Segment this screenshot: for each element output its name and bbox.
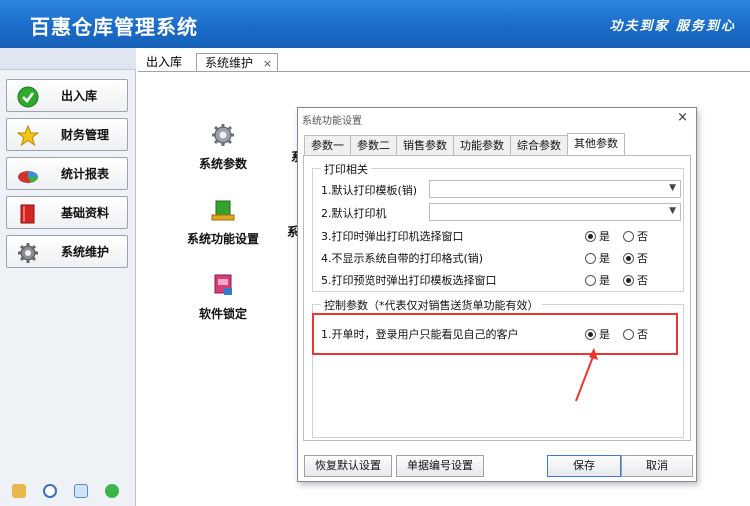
radio-label: 是 bbox=[599, 274, 610, 287]
sidebar-item-label: 财务管理 bbox=[61, 128, 110, 142]
sidebar-item-basic-data[interactable]: 基础资料 bbox=[6, 196, 128, 229]
tab-sales-params[interactable]: 销售参数 bbox=[396, 135, 454, 155]
sidebar-item-label: 基础资料 bbox=[61, 206, 110, 220]
fn-system-function-settings[interactable]: 系统功能设置 bbox=[186, 197, 260, 247]
setting-label: 3.打印时弹出打印机选择窗口 bbox=[321, 230, 464, 243]
save-button[interactable]: 保存 bbox=[547, 455, 621, 477]
chevron-down-icon: ▼ bbox=[669, 206, 676, 216]
slogan: 功夫到家 服务到心 bbox=[609, 19, 736, 34]
fn-label: 软件锁定 bbox=[198, 307, 247, 321]
star-icon bbox=[17, 125, 39, 147]
sidebar-item-label: 统计报表 bbox=[61, 167, 110, 181]
search-icon[interactable] bbox=[74, 484, 88, 498]
radio-label: 否 bbox=[637, 274, 648, 287]
sidebar-top-bar bbox=[0, 48, 136, 70]
refresh-icon[interactable] bbox=[105, 484, 119, 498]
radio-dot bbox=[623, 252, 634, 264]
sidebar-item-label: 系统维护 bbox=[61, 245, 110, 259]
radio-yes[interactable]: 是 bbox=[585, 272, 610, 288]
radio-yes[interactable]: 是 bbox=[585, 228, 610, 244]
fn-system-params[interactable]: 系统参数 bbox=[196, 122, 250, 172]
fn-software-lock[interactable]: 软件锁定 bbox=[196, 272, 250, 322]
edit-icon[interactable] bbox=[12, 484, 26, 498]
radio-dot bbox=[623, 230, 634, 242]
radio-label: 是 bbox=[599, 230, 610, 243]
app-header: 百惠仓库管理系统 功夫到家 服务到心 bbox=[0, 0, 750, 48]
sidebar-item-label: 出入库 bbox=[61, 89, 98, 103]
sidebar-item-reports[interactable]: 统计报表 bbox=[6, 157, 128, 190]
radio-no[interactable]: 否 bbox=[623, 250, 648, 266]
radio-label: 否 bbox=[637, 252, 648, 265]
group-legend: 打印相关 bbox=[321, 161, 371, 177]
group-legend: 控制参数（*代表仅对销售送货单功能有效） bbox=[321, 297, 542, 313]
clock-icon[interactable] bbox=[43, 484, 57, 498]
book-icon bbox=[20, 204, 35, 224]
tab-label: 系统维护 bbox=[205, 56, 254, 70]
setting-label: 2.默认打印机 bbox=[321, 207, 387, 220]
dialog-title: 系统功能设置 bbox=[302, 116, 362, 127]
sidebar-item-maintenance[interactable]: 系统维护 bbox=[6, 235, 128, 268]
tab-maintenance[interactable]: 系统维护 × bbox=[196, 53, 279, 72]
pie-chart-icon bbox=[18, 171, 38, 183]
default-printer-select[interactable]: ▼ bbox=[429, 203, 681, 221]
radio-label: 否 bbox=[637, 230, 648, 243]
gear-icon bbox=[212, 124, 234, 146]
radio-dot bbox=[585, 252, 596, 264]
close-icon[interactable]: × bbox=[677, 110, 688, 125]
sidebar-item-inout[interactable]: 出入库 bbox=[6, 79, 128, 112]
dialog-body: 打印相关 1.默认打印模板(销) ▼ 2.默认打印机 ▼ 3.打印时弹出打印机选… bbox=[303, 155, 691, 441]
radio-label: 是 bbox=[599, 252, 610, 265]
setting-label: 4.不显示系统自带的打印格式(销) bbox=[321, 252, 484, 265]
fn-label: 系统功能设置 bbox=[186, 232, 259, 246]
setting-label: 5.打印预览时弹出打印模板选择窗口 bbox=[321, 274, 497, 287]
setting-label: 1.默认打印模板(销) bbox=[321, 184, 418, 197]
radio-dot bbox=[623, 274, 634, 286]
chevron-down-icon: ▼ bbox=[669, 183, 676, 193]
check-circle-icon bbox=[17, 86, 39, 108]
arrow-icon bbox=[575, 348, 598, 402]
highlight-box bbox=[312, 313, 678, 355]
radio-no[interactable]: 否 bbox=[623, 272, 648, 288]
status-icons bbox=[12, 484, 132, 500]
tab-general-params[interactable]: 综合参数 bbox=[510, 135, 568, 155]
fn-label: 系统参数 bbox=[198, 157, 247, 171]
radio-dot bbox=[585, 230, 596, 242]
radio-no[interactable]: 否 bbox=[623, 228, 648, 244]
app-title: 百惠仓库管理系统 bbox=[30, 15, 198, 39]
lock-app-icon bbox=[214, 274, 232, 295]
radio-yes[interactable]: 是 bbox=[585, 250, 610, 266]
tab-other-params[interactable]: 其他参数 bbox=[567, 133, 625, 155]
dialog-tabs: 参数一 参数二 销售参数 功能参数 综合参数 其他参数 bbox=[304, 133, 625, 156]
gear-icon bbox=[18, 243, 38, 263]
tab-function-params[interactable]: 功能参数 bbox=[453, 135, 511, 155]
numbering-settings-button[interactable]: 单据编号设置 bbox=[396, 455, 484, 477]
tab-divider bbox=[138, 71, 750, 72]
tab-inout[interactable]: 出入库 bbox=[138, 53, 190, 72]
default-template-select[interactable]: ▼ bbox=[429, 180, 681, 198]
reset-defaults-button[interactable]: 恢复默认设置 bbox=[304, 455, 392, 477]
green-cube-icon bbox=[211, 200, 235, 221]
sidebar-item-finance[interactable]: 财务管理 bbox=[6, 118, 128, 151]
settings-dialog: 系统功能设置 × 参数一 参数二 销售参数 功能参数 综合参数 其他参数 打印相… bbox=[297, 107, 697, 482]
tab-bar: 出入库 系统维护 × bbox=[138, 52, 279, 72]
print-group: 打印相关 1.默认打印模板(销) ▼ 2.默认打印机 ▼ 3.打印时弹出打印机选… bbox=[312, 161, 684, 292]
tab-params-2[interactable]: 参数二 bbox=[350, 135, 397, 155]
radio-dot bbox=[585, 274, 596, 286]
cancel-button[interactable]: 取消 bbox=[621, 455, 693, 477]
tab-params-1[interactable]: 参数一 bbox=[304, 135, 351, 155]
sidebar: 出入库 财务管理 统计报表 基础资料 系统维护 bbox=[0, 48, 136, 506]
